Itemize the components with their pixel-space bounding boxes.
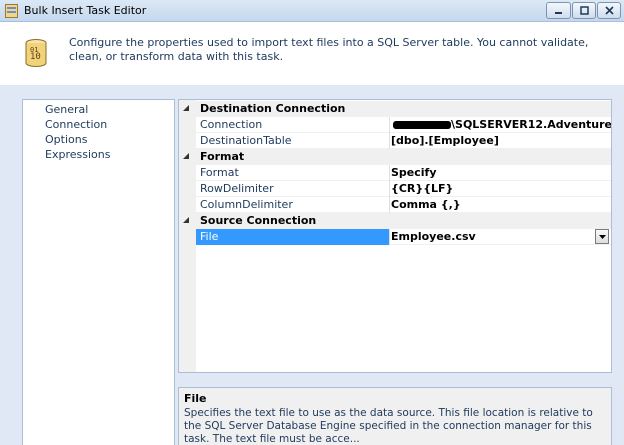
property-row-column-delimiter[interactable]: ColumnDelimiter Comma {,} <box>179 197 611 213</box>
property-name: Connection <box>200 118 263 131</box>
category-label: Source Connection <box>200 214 317 227</box>
property-value[interactable]: Specify <box>391 166 611 179</box>
property-grid: Destination Connection Connection \SQLSE… <box>178 99 612 373</box>
property-row-format[interactable]: Format Specify <box>179 165 611 181</box>
category-source-connection[interactable]: Source Connection <box>179 213 611 229</box>
column-divider <box>389 117 390 133</box>
redacted-mark <box>393 121 451 129</box>
chevron-down-icon <box>599 235 606 239</box>
property-value-connection[interactable]: \SQLSERVER12.AdventureWorks2( <box>391 118 611 131</box>
file-dropdown-button[interactable] <box>595 229 609 244</box>
property-row-row-delimiter[interactable]: RowDelimiter {CR}{LF} <box>179 181 611 197</box>
header-panel: 10 01 Configure the properties used to i… <box>0 23 624 85</box>
category-destination-connection[interactable]: Destination Connection <box>179 101 611 117</box>
help-panel: File Specifies the text file to use as t… <box>178 387 612 445</box>
help-description: Specifies the text file to use as the da… <box>184 407 593 445</box>
close-icon <box>604 6 614 15</box>
property-name: RowDelimiter <box>200 182 274 195</box>
minimize-button[interactable] <box>546 2 571 19</box>
nav-item-expressions[interactable]: Expressions <box>45 148 110 161</box>
category-label: Destination Connection <box>200 102 346 115</box>
property-value[interactable]: Comma {,} <box>391 198 611 211</box>
task-icon <box>5 4 18 18</box>
category-format[interactable]: Format <box>179 149 611 165</box>
nav-item-options[interactable]: Options <box>45 133 87 146</box>
category-label: Format <box>200 150 245 163</box>
column-divider <box>389 133 390 149</box>
connection-value-text: \SQLSERVER12.AdventureWorks2( <box>451 118 611 131</box>
svg-text:01: 01 <box>30 46 38 54</box>
property-value-file[interactable]: Employee.csv <box>391 230 611 243</box>
minimize-icon <box>555 12 562 14</box>
maximize-icon <box>579 6 589 15</box>
nav-panel: General Connection Options Expressions <box>22 99 175 445</box>
header-description: Configure the properties used to import … <box>69 36 589 63</box>
property-row-connection[interactable]: Connection \SQLSERVER12.AdventureWorks2( <box>179 117 611 133</box>
property-name: ColumnDelimiter <box>200 198 293 211</box>
property-name: DestinationTable <box>200 134 292 147</box>
property-value[interactable]: [dbo].[Employee] <box>391 134 611 147</box>
column-divider <box>389 197 390 213</box>
property-row-file[interactable]: File Employee.csv <box>179 229 611 245</box>
property-name: Format <box>200 166 239 179</box>
column-divider <box>389 165 390 181</box>
property-name: File <box>200 230 219 243</box>
maximize-button[interactable] <box>572 2 596 19</box>
help-title: File <box>184 392 207 405</box>
collapse-triangle-icon[interactable] <box>183 217 190 224</box>
close-button[interactable] <box>597 2 621 19</box>
window-title: Bulk Insert Task Editor <box>24 4 147 17</box>
nav-item-connection[interactable]: Connection <box>45 118 107 131</box>
collapse-triangle-icon[interactable] <box>183 153 190 160</box>
title-bar: Bulk Insert Task Editor <box>0 0 624 22</box>
editor-body: General Connection Options Expressions D… <box>0 85 624 445</box>
database-cylinder-icon: 10 01 <box>25 39 47 67</box>
nav-item-general[interactable]: General <box>45 103 88 116</box>
property-value[interactable]: {CR}{LF} <box>391 182 611 195</box>
collapse-triangle-icon[interactable] <box>183 105 190 112</box>
column-divider <box>389 181 390 197</box>
property-row-destination-table[interactable]: DestinationTable [dbo].[Employee] <box>179 133 611 149</box>
